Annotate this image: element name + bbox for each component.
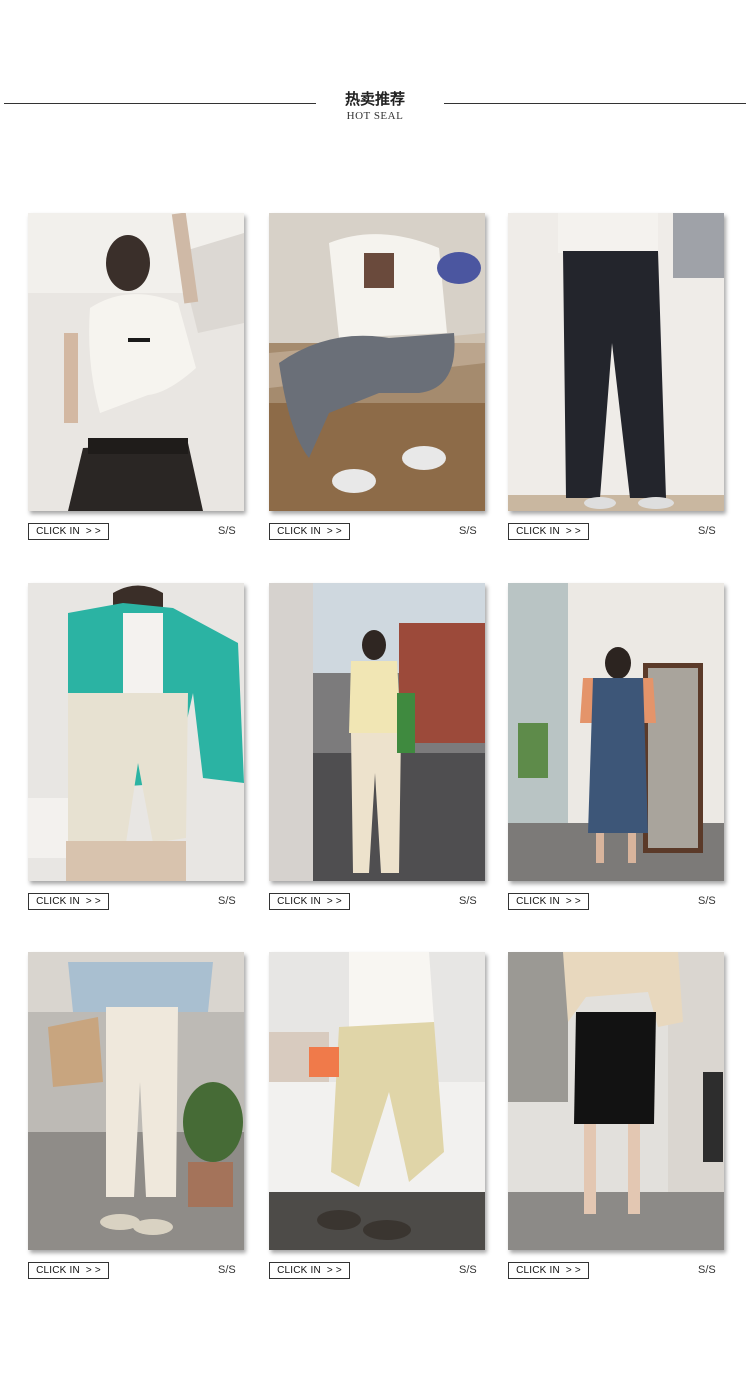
product-grid: CLICK IN > > S/S CLICK IN > > S/S CLICK … bbox=[0, 0, 750, 1381]
size-label: S/S bbox=[218, 1264, 236, 1276]
size-label: S/S bbox=[459, 525, 477, 537]
click-in-button[interactable]: CLICK IN > > bbox=[269, 1262, 350, 1279]
product-photo[interactable] bbox=[269, 952, 485, 1250]
product-photo[interactable] bbox=[28, 583, 244, 881]
size-label: S/S bbox=[459, 1264, 477, 1276]
size-label: S/S bbox=[218, 525, 236, 537]
click-in-button[interactable]: CLICK IN > > bbox=[269, 523, 350, 540]
product-photo[interactable] bbox=[28, 952, 244, 1250]
product-photo[interactable] bbox=[269, 583, 485, 881]
size-label: S/S bbox=[218, 895, 236, 907]
product-photo[interactable] bbox=[508, 952, 724, 1250]
click-in-button[interactable]: CLICK IN > > bbox=[28, 523, 109, 540]
size-label: S/S bbox=[698, 525, 716, 537]
size-label: S/S bbox=[459, 895, 477, 907]
product-photo[interactable] bbox=[28, 213, 244, 511]
click-in-button[interactable]: CLICK IN > > bbox=[269, 893, 350, 910]
size-label: S/S bbox=[698, 1264, 716, 1276]
product-photo[interactable] bbox=[508, 583, 724, 881]
click-in-button[interactable]: CLICK IN > > bbox=[28, 893, 109, 910]
click-in-button[interactable]: CLICK IN > > bbox=[28, 1262, 109, 1279]
click-in-button[interactable]: CLICK IN > > bbox=[508, 893, 589, 910]
click-in-button[interactable]: CLICK IN > > bbox=[508, 1262, 589, 1279]
click-in-button[interactable]: CLICK IN > > bbox=[508, 523, 589, 540]
product-photo[interactable] bbox=[508, 213, 724, 511]
product-photo[interactable] bbox=[269, 213, 485, 511]
size-label: S/S bbox=[698, 895, 716, 907]
